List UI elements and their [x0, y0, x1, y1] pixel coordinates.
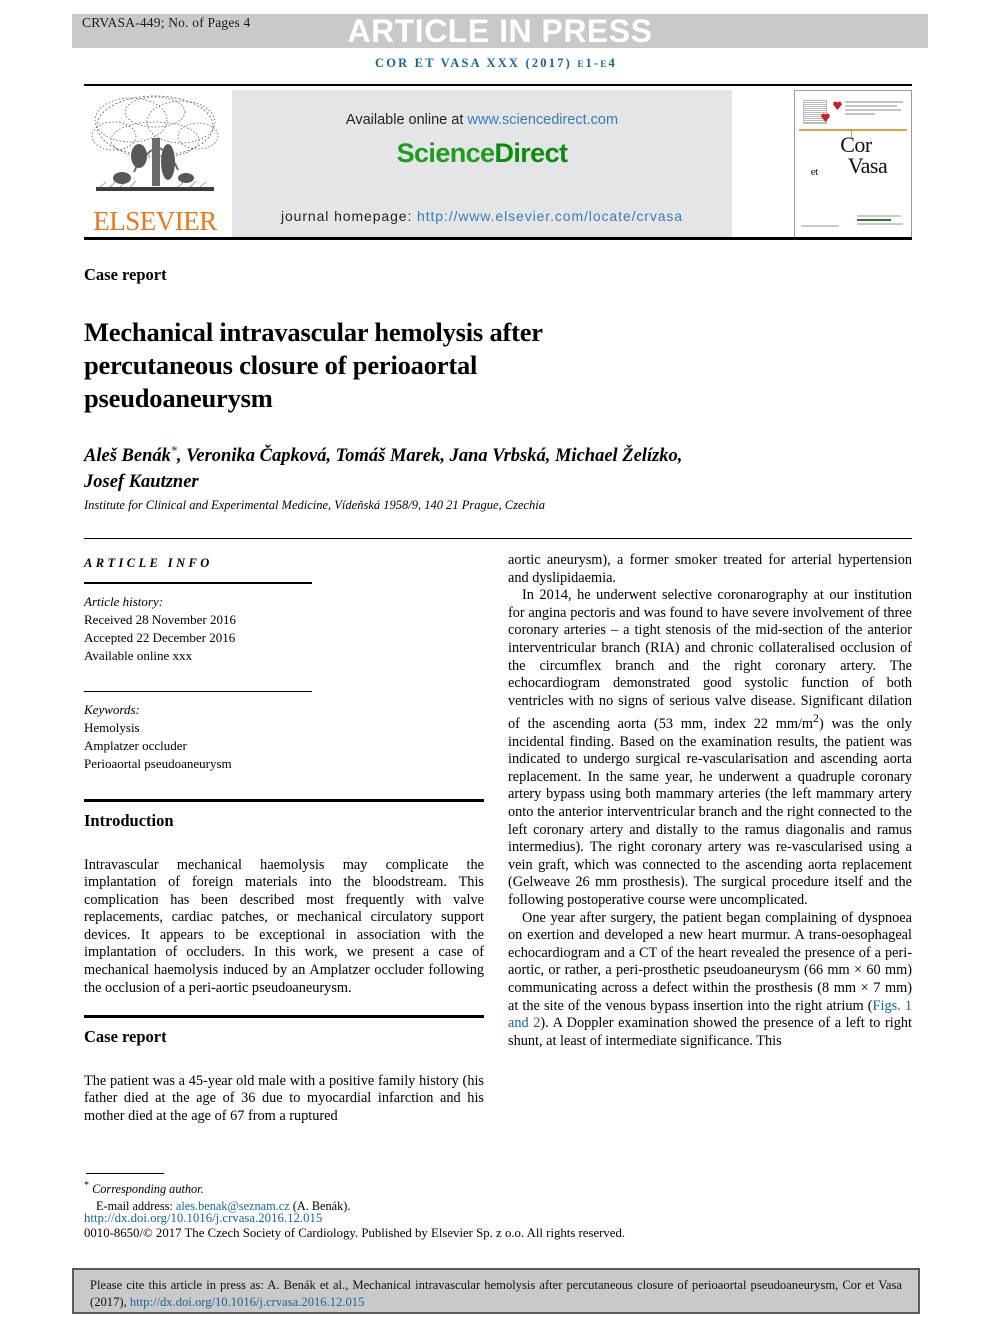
- case-report-heading: Case report: [84, 1026, 167, 1046]
- article-received-date: Received 28 November 2016: [84, 611, 236, 627]
- right-column: aortic aneurysm), a former smoker treate…: [508, 552, 912, 1050]
- cover-publisher-mark-icon: [803, 100, 827, 124]
- right-paragraph-2-part-b: ) was the only incidental finding. Based…: [508, 716, 912, 909]
- cover-title-vasa: Vasa: [847, 153, 888, 178]
- asterisk-icon: *: [84, 1180, 89, 1191]
- page-title: Mechanical intravascular hemolysis after…: [84, 316, 543, 413]
- journal-masthead: ELSEVIER Available online at www.science…: [84, 86, 912, 238]
- keyword-item: Perioaortal pseudoaneurysm: [84, 756, 232, 771]
- copyright-notice: 0010-8650/© 2017 The Czech Society of Ca…: [84, 1226, 626, 1240]
- keyword-item: Hemolysis: [84, 720, 140, 735]
- footnote-rule: [86, 1173, 164, 1174]
- corresponding-author-note: * Corresponding author.: [84, 1178, 504, 1198]
- introduction-paragraph: Intravascular mechanical haemolysis may …: [84, 856, 484, 996]
- author-rest-line1: , Veronika Čapková, Tomáš Marek, Jana Vr…: [176, 446, 551, 467]
- cover-title-cor: Cor: [840, 132, 872, 157]
- sciencedirect-wordmark: ScienceDirect: [232, 138, 732, 169]
- article-info-rule-2: [84, 690, 312, 692]
- author-list: Aleš Benák*, Veronika Čapková, Tomáš Mar…: [84, 437, 684, 495]
- right-paragraph-continued: aortic aneurysm), a former smoker treate…: [508, 552, 912, 586]
- citation-doi-link[interactable]: http://dx.doi.org/10.1016/j.crvasa.2016.…: [130, 1295, 365, 1309]
- keywords-block: Keywords: Hemolysis Amplatzer occluder P…: [84, 701, 484, 773]
- manuscript-id: CRVASA-449; No. of Pages 4: [82, 15, 251, 30]
- doi-link[interactable]: http://dx.doi.org/10.1016/j.crvasa.2016.…: [84, 1211, 322, 1226]
- journal-running-head: COR ET VASA XXX (2017) e1-e4: [374, 56, 618, 70]
- right-paragraph-2: In 2014, he underwent selective coronaro…: [508, 587, 912, 909]
- cover-title-et: et: [810, 166, 818, 178]
- case-report-paragraph: The patient was a 45-year old male with …: [84, 1072, 484, 1124]
- article-info-heading: ARTICLE INFO: [84, 556, 213, 570]
- title-block-rule: [84, 538, 912, 539]
- available-online-prefix: Available online at: [345, 112, 468, 128]
- cover-title-vasa-row: et Vasa: [795, 155, 911, 181]
- right-paragraph-3-part-a: One year after surgery, the patient bega…: [508, 909, 912, 1014]
- journal-homepage-url[interactable]: http://www.elsevier.com/locate/crvasa: [417, 208, 683, 224]
- author-first: Aleš Benák: [84, 446, 171, 467]
- article-history-label: Article history:: [84, 593, 164, 609]
- citation-box: Please cite this article in press as: A.…: [72, 1268, 920, 1314]
- journal-cover-thumbnail: Cor et Vasa: [794, 90, 912, 238]
- keywords-label: Keywords:: [84, 702, 140, 717]
- footnote-block: * Corresponding author. E-mail address: …: [84, 1178, 504, 1214]
- cover-footer-left-lines: [801, 225, 841, 229]
- case-report-rule: [84, 1015, 484, 1018]
- article-accepted-date: Accepted 22 December 2016: [84, 629, 236, 645]
- cover-society-text-lines: [845, 101, 907, 117]
- right-paragraph-3-part-b: ). A Doppler examination showed the pres…: [508, 1015, 912, 1049]
- cover-divider-rule: [799, 129, 907, 131]
- article-info-rule-1: [84, 582, 312, 584]
- cover-heart-icon-1: [833, 101, 842, 110]
- keyword-item: Amplatzer occluder: [84, 738, 187, 753]
- corresponding-author-text: Corresponding author.: [92, 1182, 204, 1197]
- sciencedirect-word-direct: Direct: [494, 138, 568, 168]
- article-type-label: Case report: [84, 265, 167, 284]
- journal-homepage-line: journal homepage: http://www.elsevier.co…: [232, 208, 732, 224]
- citation-text: Please cite this article in press as: A.…: [90, 1277, 902, 1311]
- journal-homepage-label: journal homepage:: [280, 208, 418, 224]
- left-column: ARTICLE INFO Article history: Received 2…: [84, 556, 484, 1126]
- introduction-rule: [84, 799, 484, 802]
- elsevier-wordmark: ELSEVIER: [93, 206, 217, 236]
- elsevier-logo: ELSEVIER: [84, 90, 226, 238]
- elsevier-tree-icon: [91, 95, 219, 191]
- available-online-line: Available online at www.sciencedirect.co…: [232, 112, 732, 128]
- article-available-online: Available online xxx: [84, 647, 193, 663]
- right-paragraph-3: One year after surgery, the patient bega…: [508, 910, 912, 1051]
- masthead-bottom-rule: [84, 237, 912, 240]
- article-history-block: Article history: Received 28 November 20…: [84, 593, 484, 665]
- right-paragraph-2-part-a: In 2014, he underwent selective coronaro…: [508, 587, 912, 733]
- cover-top-band: [799, 95, 907, 125]
- cover-footer-right-lines: [857, 215, 905, 227]
- sciencedirect-panel: Available online at www.sciencedirect.co…: [232, 90, 732, 238]
- author-affiliation: Institute for Clinical and Experimental …: [84, 498, 546, 512]
- sciencedirect-word-science: Science: [396, 138, 495, 168]
- article-page: ARTICLE IN PRESS CRVASA-449; No. of Page…: [0, 0, 992, 1323]
- sciencedirect-link[interactable]: www.sciencedirect.com: [467, 112, 618, 128]
- cover-journal-title: Cor et Vasa: [795, 132, 911, 181]
- introduction-heading: Introduction: [84, 810, 174, 830]
